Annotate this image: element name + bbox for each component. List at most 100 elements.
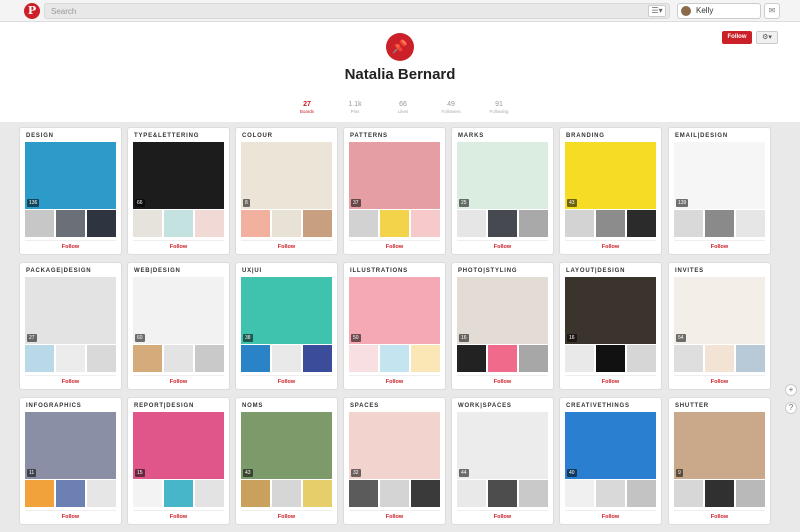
board-cover-image[interactable]: 9 — [674, 412, 765, 479]
board-thumbnail[interactable] — [349, 210, 378, 237]
board-title[interactable]: BRANDING — [566, 133, 605, 139]
follow-board-button[interactable]: Follow — [25, 240, 116, 252]
board-cover-image[interactable]: 40 — [565, 412, 656, 479]
board-thumbnail[interactable] — [164, 480, 193, 507]
board-cover-image[interactable]: 136 — [25, 142, 116, 209]
board-title[interactable]: PHOTO|STYLING — [458, 268, 517, 274]
board-thumbnail[interactable] — [272, 480, 301, 507]
stat-likes[interactable]: 66 Likes — [379, 101, 427, 121]
board-thumbnail[interactable] — [380, 480, 409, 507]
board-card[interactable]: LAYOUT|DESIGN 16 Follow — [560, 263, 661, 389]
board-title[interactable]: WORK|SPACES — [458, 403, 512, 409]
follow-board-button[interactable]: Follow — [133, 510, 224, 522]
follow-board-button[interactable]: Follow — [457, 375, 548, 387]
board-thumbnail[interactable] — [457, 480, 486, 507]
stat-following[interactable]: 91 Following — [475, 101, 523, 121]
follow-board-button[interactable]: Follow — [349, 375, 440, 387]
board-thumbnail[interactable] — [241, 480, 270, 507]
board-cover-image[interactable]: 8 — [241, 142, 332, 209]
follow-board-button[interactable]: Follow — [133, 240, 224, 252]
board-cover-image[interactable]: 38 — [241, 277, 332, 344]
board-title[interactable]: NOMS — [242, 403, 263, 409]
board-thumbnail[interactable] — [705, 210, 734, 237]
follow-board-button[interactable]: Follow — [25, 375, 116, 387]
board-cover-image[interactable]: 15 — [133, 412, 224, 479]
board-card[interactable]: INFOGRAPHICS 11 Follow — [20, 398, 121, 524]
search-input[interactable]: Search ☰▾ — [44, 3, 670, 19]
board-thumbnail[interactable] — [272, 210, 301, 237]
board-thumbnail[interactable] — [56, 345, 85, 372]
board-thumbnail[interactable] — [627, 480, 656, 507]
board-card[interactable]: ILLUSTRATIONS 50 Follow — [344, 263, 445, 389]
messages-icon[interactable]: ✉ — [764, 3, 780, 19]
board-card[interactable]: PHOTO|STYLING 16 Follow — [452, 263, 553, 389]
stat-boards[interactable]: 27 Boards — [283, 101, 331, 121]
pinterest-logo-icon[interactable]: P — [24, 3, 40, 19]
board-thumbnail[interactable] — [736, 480, 765, 507]
board-thumbnail[interactable] — [87, 210, 116, 237]
follow-user-button[interactable]: Follow — [722, 31, 752, 44]
board-cover-image[interactable]: 66 — [133, 142, 224, 209]
follow-board-button[interactable]: Follow — [457, 240, 548, 252]
board-thumbnail[interactable] — [303, 345, 332, 372]
board-cover-image[interactable]: 50 — [349, 277, 440, 344]
board-thumbnail[interactable] — [195, 210, 224, 237]
board-thumbnail[interactable] — [674, 480, 703, 507]
follow-board-button[interactable]: Follow — [25, 510, 116, 522]
board-title[interactable]: LAYOUT|DESIGN — [566, 268, 625, 274]
board-thumbnail[interactable] — [411, 210, 440, 237]
board-title[interactable]: DESIGN — [26, 133, 54, 139]
board-thumbnail[interactable] — [25, 480, 54, 507]
board-title[interactable]: SPACES — [350, 403, 379, 409]
board-thumbnail[interactable] — [133, 210, 162, 237]
board-thumbnail[interactable] — [736, 345, 765, 372]
board-cover-image[interactable]: 16 — [565, 277, 656, 344]
board-thumbnail[interactable] — [56, 210, 85, 237]
board-card[interactable]: INVITES 54 Follow — [669, 263, 770, 389]
board-cover-image[interactable]: 16 — [457, 277, 548, 344]
board-title[interactable]: INFOGRAPHICS — [26, 403, 82, 409]
search-menu-icon[interactable]: ☰▾ — [648, 5, 666, 17]
board-thumbnail[interactable] — [596, 480, 625, 507]
follow-board-button[interactable]: Follow — [674, 240, 765, 252]
board-thumbnail[interactable] — [627, 345, 656, 372]
board-card[interactable]: COLOUR 8 Follow — [236, 128, 337, 254]
board-thumbnail[interactable] — [627, 210, 656, 237]
board-card[interactable]: TYPE&LETTERING 66 Follow — [128, 128, 229, 254]
board-thumbnail[interactable] — [596, 345, 625, 372]
board-thumbnail[interactable] — [488, 480, 517, 507]
stat-pins[interactable]: 1.1k Pins — [331, 101, 379, 121]
board-title[interactable]: ILLUSTRATIONS — [350, 268, 408, 274]
board-card[interactable]: DESIGN 136 Follow — [20, 128, 121, 254]
board-card[interactable]: WORK|SPACES 44 Follow — [452, 398, 553, 524]
board-cover-image[interactable]: 139 — [674, 142, 765, 209]
board-title[interactable]: UX|UI — [242, 268, 262, 274]
board-card[interactable]: REPORT|DESIGN 15 Follow — [128, 398, 229, 524]
board-thumbnail[interactable] — [457, 210, 486, 237]
board-thumbnail[interactable] — [195, 345, 224, 372]
board-title[interactable]: COLOUR — [242, 133, 273, 139]
board-title[interactable]: INVITES — [675, 268, 704, 274]
board-card[interactable]: BRANDING 43 Follow — [560, 128, 661, 254]
board-thumbnail[interactable] — [519, 210, 548, 237]
board-thumbnail[interactable] — [195, 480, 224, 507]
settings-gear-icon[interactable]: ⚙▾ — [756, 31, 778, 44]
follow-board-button[interactable]: Follow — [241, 375, 332, 387]
board-cover-image[interactable]: 44 — [457, 412, 548, 479]
follow-board-button[interactable]: Follow — [674, 510, 765, 522]
board-thumbnail[interactable] — [25, 210, 54, 237]
board-thumbnail[interactable] — [411, 480, 440, 507]
board-cover-image[interactable]: 27 — [25, 277, 116, 344]
board-cover-image[interactable]: 54 — [674, 277, 765, 344]
board-title[interactable]: CREATIVETHINGS — [566, 403, 630, 409]
board-thumbnail[interactable] — [133, 480, 162, 507]
board-thumbnail[interactable] — [241, 345, 270, 372]
stat-followers[interactable]: 49 Followers — [427, 101, 475, 121]
board-thumbnail[interactable] — [87, 480, 116, 507]
board-thumbnail[interactable] — [133, 345, 162, 372]
board-card[interactable]: EMAIL|DESIGN 139 Follow — [669, 128, 770, 254]
board-thumbnail[interactable] — [411, 345, 440, 372]
board-thumbnail[interactable] — [705, 345, 734, 372]
board-thumbnail[interactable] — [736, 210, 765, 237]
board-thumbnail[interactable] — [565, 345, 594, 372]
